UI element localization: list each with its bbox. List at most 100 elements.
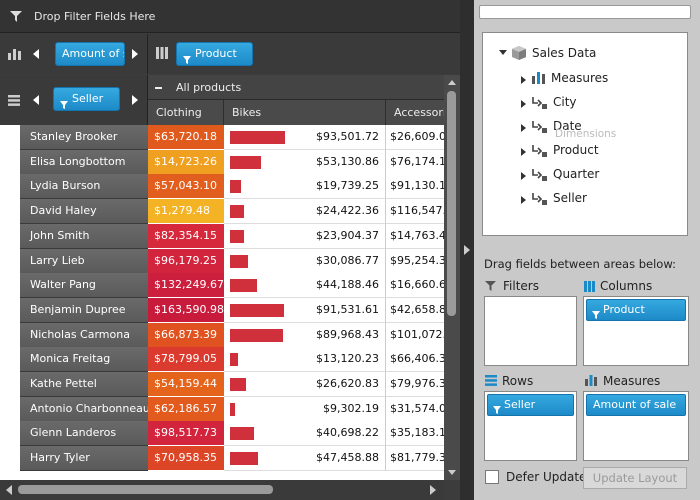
tree-item-seller[interactable]: Seller [553, 191, 587, 205]
collapse-icon[interactable] [155, 87, 162, 89]
tree-root-label[interactable]: Sales Data [532, 46, 596, 60]
cell-bikes[interactable]: $93,501.72 [224, 125, 386, 150]
column-header-accessories[interactable]: Accessories [386, 100, 446, 125]
cell-clothing[interactable]: $54,159.44 [148, 372, 224, 397]
row-header-seller[interactable]: John Smith [20, 224, 148, 249]
row-header-seller[interactable]: David Haley [20, 199, 148, 224]
cell-accessories[interactable]: $81,779.39 [386, 446, 444, 471]
amount-of-sale-field-chip[interactable]: Amount of sale [586, 394, 686, 416]
row-header-seller[interactable]: Kathe Pettel [20, 372, 148, 397]
cell-accessories[interactable]: $66,406.32 [386, 347, 444, 372]
cell-bikes[interactable]: $26,620.83 [224, 372, 386, 397]
scroll-right-icon[interactable] [132, 95, 138, 105]
seller-field-chip[interactable]: Seller [487, 394, 574, 416]
scroll-right-icon[interactable] [430, 485, 436, 495]
scroll-left-icon[interactable] [33, 49, 39, 59]
tree-item-measures[interactable]: Measures [551, 71, 608, 85]
cell-bikes[interactable]: $19,739.25 [224, 174, 386, 199]
row-header-seller[interactable]: Monica Freitag [20, 347, 148, 372]
cell-accessories[interactable]: $42,658.85 [386, 298, 444, 323]
cell-bikes[interactable]: $89,968.43 [224, 323, 386, 348]
product-field-chip[interactable]: Product [586, 299, 686, 321]
cell-accessories[interactable]: $16,660.62 [386, 273, 444, 298]
vertical-scroll-thumb[interactable] [447, 91, 456, 316]
scroll-right-icon[interactable] [132, 49, 138, 59]
cell-clothing[interactable]: $82,354.15 [148, 224, 224, 249]
filter-drop-area[interactable]: Drop Filter Fields Here [0, 0, 460, 33]
filters-drop-area[interactable] [484, 296, 577, 366]
cell-bikes[interactable]: $53,130.86 [224, 150, 386, 175]
cell-accessories[interactable]: $116,547.6 [386, 199, 444, 224]
expand-arrow-icon[interactable] [521, 76, 526, 84]
row-header-seller[interactable]: Antonio Charbonneau [20, 397, 148, 422]
cell-accessories[interactable]: $79,976.33 [386, 372, 444, 397]
cell-clothing[interactable]: $163,590.98 [148, 298, 224, 323]
scroll-down-icon[interactable] [448, 470, 456, 475]
scroll-up-icon[interactable] [448, 80, 456, 85]
defer-update-checkbox[interactable] [485, 470, 499, 484]
product-chip[interactable]: Product [176, 42, 253, 66]
cell-bikes[interactable]: $9,302.19 [224, 397, 386, 422]
column-header-clothing[interactable]: Clothing [148, 100, 224, 125]
seller-chip[interactable]: Seller [53, 87, 120, 111]
horizontal-scrollbar[interactable] [0, 480, 444, 500]
scroll-left-icon[interactable] [6, 485, 12, 495]
expand-arrow-icon[interactable] [521, 196, 526, 204]
row-header-seller[interactable]: Lydia Burson [20, 174, 148, 199]
cell-accessories[interactable]: $76,174.19 [386, 150, 444, 175]
tree-item-product[interactable]: Product [553, 143, 599, 157]
field-search-input[interactable] [479, 5, 691, 19]
all-products-header[interactable]: All products [148, 75, 444, 100]
cell-bikes[interactable]: $91,531.61 [224, 298, 386, 323]
horizontal-scroll-thumb[interactable] [18, 485, 273, 494]
cell-bikes[interactable]: $13,120.23 [224, 347, 386, 372]
expand-arrow-icon[interactable] [521, 100, 526, 108]
cell-clothing[interactable]: $14,723.26 [148, 150, 224, 175]
measures-drop-area[interactable]: Amount of sale [583, 391, 689, 461]
cell-accessories[interactable]: $31,574.02 [386, 397, 444, 422]
cell-bikes[interactable]: $47,458.88 [224, 446, 386, 471]
update-layout-button[interactable]: Update Layout [583, 467, 687, 489]
tree-item-quarter[interactable]: Quarter [553, 167, 599, 181]
expand-arrow-icon[interactable] [521, 148, 526, 156]
cell-clothing[interactable]: $132,249.67 [148, 273, 224, 298]
row-header-seller[interactable]: Glenn Landeros [20, 421, 148, 446]
cell-bikes[interactable]: $40,698.22 [224, 421, 386, 446]
cell-bikes[interactable]: $24,422.36 [224, 199, 386, 224]
cell-clothing[interactable]: $70,958.35 [148, 446, 224, 471]
row-header-seller[interactable]: Benjamin Dupree [20, 298, 148, 323]
cell-accessories[interactable]: $101,072.6 [386, 323, 444, 348]
column-header-bikes[interactable]: Bikes [224, 100, 386, 125]
panel-splitter[interactable] [460, 0, 474, 500]
columns-drop-area[interactable]: Product [583, 296, 689, 366]
expand-arrow-icon[interactable] [521, 172, 526, 180]
rows-drop-area[interactable]: Seller [484, 391, 577, 461]
cell-clothing[interactable]: $98,517.73 [148, 421, 224, 446]
row-header-seller[interactable]: Nicholas Carmona [20, 323, 148, 348]
expand-arrow-icon[interactable] [499, 50, 507, 55]
cell-bikes[interactable]: $44,188.46 [224, 273, 386, 298]
cell-clothing[interactable]: $62,186.57 [148, 397, 224, 422]
vertical-scrollbar[interactable] [444, 75, 460, 480]
cell-clothing[interactable]: $66,873.39 [148, 323, 224, 348]
cell-clothing[interactable]: $1,279.48 [148, 199, 224, 224]
expand-arrow-icon[interactable] [521, 124, 526, 132]
amount-of-sale-chip[interactable]: Amount of sale [55, 42, 125, 66]
cell-clothing[interactable]: $96,179.25 [148, 249, 224, 274]
row-header-seller[interactable]: Harry Tyler [20, 446, 148, 471]
cell-clothing[interactable]: $78,799.05 [148, 347, 224, 372]
cell-accessories[interactable]: $14,763.48 [386, 224, 444, 249]
row-header-seller[interactable]: Elisa Longbottom [20, 150, 148, 175]
cell-accessories[interactable]: $26,609.04 [386, 125, 444, 150]
collapse-panel-icon[interactable] [464, 245, 470, 255]
cell-accessories[interactable]: $95,254.37 [386, 249, 444, 274]
cell-accessories[interactable]: $91,130.13 [386, 174, 444, 199]
cell-bikes[interactable]: $30,086.77 [224, 249, 386, 274]
scroll-left-icon[interactable] [33, 95, 39, 105]
row-header-seller[interactable]: Stanley Brooker [20, 125, 148, 150]
cell-clothing[interactable]: $57,043.10 [148, 174, 224, 199]
row-header-seller[interactable]: Walter Pang [20, 273, 148, 298]
row-header-seller[interactable]: Larry Lieb [20, 249, 148, 274]
cell-bikes[interactable]: $23,904.37 [224, 224, 386, 249]
cell-accessories[interactable]: $35,183.15 [386, 421, 444, 446]
